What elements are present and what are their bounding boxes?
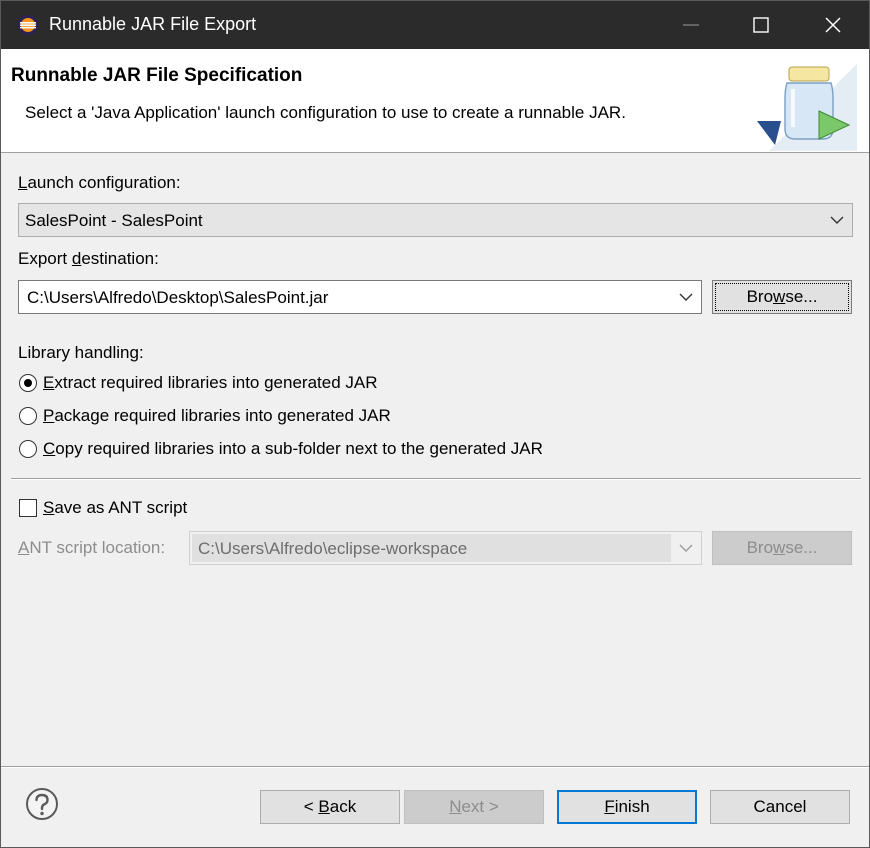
- next-post: ext >: [461, 797, 499, 816]
- radio-copy[interactable]: [19, 440, 37, 458]
- export-label-post: estination:: [81, 249, 159, 268]
- chevron-down-icon: [830, 216, 844, 224]
- next-button[interactable]: Next >: [404, 790, 544, 824]
- library-handling-label: Library handling:: [18, 343, 144, 362]
- footer-separator: [1, 766, 869, 768]
- radio-package-rest: ackage required libraries into generated…: [54, 406, 391, 425]
- jar-export-icon: [757, 64, 857, 151]
- eclipse-icon: [18, 15, 38, 35]
- finish-key: F: [604, 797, 615, 816]
- maximize-icon: [753, 17, 769, 33]
- launch-config-label: Launch configuration:: [18, 173, 181, 193]
- page-title: Runnable JAR File Specification: [11, 65, 303, 86]
- back-key: B: [318, 797, 330, 816]
- title-bar: Runnable JAR File Export: [1, 1, 869, 49]
- ant-location-input[interactable]: C:\Users\Alfredo\eclipse-workspace: [189, 531, 702, 565]
- ant-browse-pre: Bro: [746, 538, 774, 557]
- ant-location-rest: NT script location:: [29, 538, 166, 557]
- launch-label-post: aunch configuration:: [27, 173, 181, 192]
- radio-extract[interactable]: [19, 374, 37, 392]
- radio-copy-rest: opy required libraries into a sub-folder…: [55, 439, 543, 458]
- ant-browse-post: se...: [785, 538, 818, 557]
- export-browse-post: se...: [785, 287, 818, 306]
- finish-post: inish: [614, 797, 650, 816]
- save-ant-rest: ave as ANT script: [54, 498, 188, 517]
- back-button[interactable]: < Back: [260, 790, 400, 824]
- window-title: Runnable JAR File Export: [49, 14, 257, 34]
- cancel-button[interactable]: Cancel: [710, 790, 850, 824]
- radio-extract-key: E: [43, 373, 55, 392]
- page-description: Select a 'Java Application' launch confi…: [25, 103, 626, 122]
- export-label-key: d: [71, 249, 82, 268]
- back-pre: <: [303, 797, 319, 816]
- export-browse-pre: Bro: [746, 287, 774, 306]
- export-browse-key: w: [773, 287, 786, 306]
- radio-copy-key: C: [43, 439, 56, 458]
- radio-extract-label[interactable]: Extract required libraries into generate…: [43, 373, 378, 393]
- wizard-banner: Runnable JAR File Specification Select a…: [1, 49, 869, 153]
- export-dialog: Runnable JAR File Export Runnable JAR Fi…: [0, 0, 870, 848]
- close-icon: [825, 17, 841, 33]
- radio-extract-rest: xtract required libraries into generated…: [54, 373, 378, 392]
- section-separator: [11, 478, 861, 480]
- next-key: N: [449, 797, 462, 816]
- save-ant-key: S: [43, 498, 55, 517]
- chevron-down-icon: [679, 544, 693, 552]
- export-label-pre: Export: [18, 249, 72, 268]
- launch-config-select[interactable]: SalesPoint - SalesPoint: [18, 203, 853, 237]
- radio-package-key: P: [43, 406, 55, 425]
- close-button[interactable]: [798, 1, 868, 49]
- radio-package-label[interactable]: Package required libraries into generate…: [43, 406, 391, 426]
- launch-config-value: SalesPoint - SalesPoint: [25, 211, 203, 230]
- export-destination-value: C:\Users\Alfredo\Desktop\SalesPoint.jar: [27, 288, 329, 307]
- back-post: ack: [329, 797, 357, 816]
- export-browse-button[interactable]: Browse...: [712, 280, 852, 314]
- ant-location-key: A: [18, 538, 30, 557]
- finish-button[interactable]: Finish: [557, 790, 697, 824]
- help-icon[interactable]: [25, 787, 59, 821]
- export-destination-label: Export destination:: [18, 249, 159, 269]
- ant-browse-button[interactable]: Browse...: [712, 531, 852, 565]
- radio-copy-label[interactable]: Copy required libraries into a sub-folde…: [43, 439, 543, 459]
- minimize-icon: [683, 24, 699, 26]
- minimize-button[interactable]: [656, 1, 726, 49]
- maximize-button[interactable]: [726, 1, 796, 49]
- ant-location-label: ANT script location:: [18, 538, 165, 558]
- save-ant-checkbox[interactable]: [19, 499, 37, 517]
- chevron-down-icon: [679, 293, 693, 301]
- save-ant-label[interactable]: Save as ANT script: [43, 498, 187, 518]
- radio-package[interactable]: [19, 407, 37, 425]
- ant-browse-key: w: [773, 538, 786, 557]
- export-destination-input[interactable]: C:\Users\Alfredo\Desktop\SalesPoint.jar: [18, 280, 702, 314]
- ant-location-value: C:\Users\Alfredo\eclipse-workspace: [198, 539, 468, 558]
